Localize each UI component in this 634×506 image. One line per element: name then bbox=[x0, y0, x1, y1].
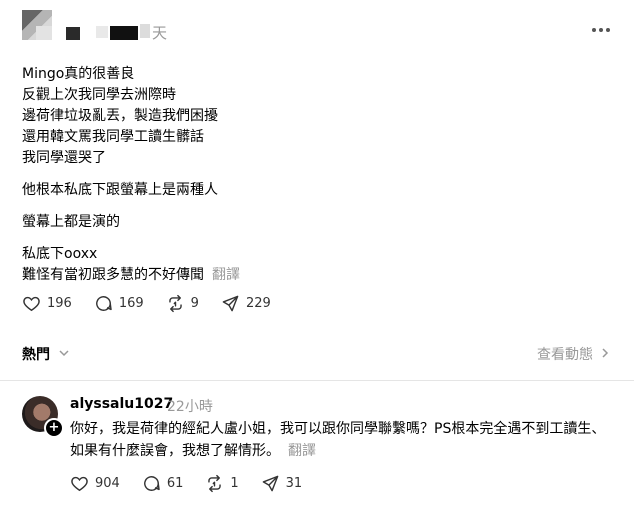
translate-link[interactable]: 翻譯 bbox=[212, 267, 240, 283]
post-action-bar: 196 169 9 229 bbox=[22, 293, 293, 313]
heart-icon bbox=[71, 476, 88, 491]
reply-text: 你好，我是荷律的經紀人盧小姐，我可以跟你同學聯繫嗎？PS根本完全遇不到工讀生、如… bbox=[70, 418, 615, 462]
like-count: 196 bbox=[47, 295, 72, 311]
post-line: 他根本私底下跟螢幕上是兩種人 bbox=[22, 182, 218, 198]
author-name-redacted bbox=[140, 24, 150, 38]
reply-username[interactable]: alyssalu1027 bbox=[70, 396, 173, 412]
comment-count: 61 bbox=[166, 475, 184, 491]
like-button[interactable]: 196 bbox=[22, 294, 72, 313]
share-count: 229 bbox=[245, 295, 271, 311]
comment-icon bbox=[95, 295, 112, 311]
repost-icon bbox=[168, 294, 182, 312]
repost-count: 9 bbox=[190, 295, 199, 311]
divider bbox=[0, 380, 634, 381]
author-avatar[interactable] bbox=[22, 10, 52, 40]
share-count: 31 bbox=[285, 475, 303, 491]
sort-dropdown[interactable]: 熱門 bbox=[22, 344, 50, 364]
share-icon bbox=[262, 475, 278, 491]
post-line: 螢幕上都是演的 bbox=[22, 214, 120, 230]
translate-link[interactable]: 翻譯 bbox=[288, 443, 316, 459]
author-name-redacted bbox=[66, 27, 80, 40]
reply-timestamp: 22小時 bbox=[167, 399, 213, 415]
heart-icon bbox=[23, 296, 40, 311]
chevron-right-icon[interactable] bbox=[600, 347, 610, 359]
author-name-redacted bbox=[96, 26, 108, 38]
comment-icon bbox=[143, 475, 160, 491]
post-header: 天 bbox=[0, 0, 634, 60]
reply-action-bar: 904 61 1 31 bbox=[70, 473, 324, 493]
repost-button[interactable]: 1 bbox=[205, 474, 239, 493]
comment-button[interactable]: 61 bbox=[142, 474, 184, 493]
share-icon bbox=[222, 295, 239, 311]
more-icon[interactable] bbox=[592, 22, 612, 38]
post-line-text: 難怪有當初跟多慧的不好傳聞 bbox=[22, 267, 204, 283]
post-text: Mingo真的很善良 反觀上次我同學去洲際時 邊荷律垃圾亂丟，製造我們困擾 還用… bbox=[22, 64, 612, 286]
post-line: 反觀上次我同學去洲際時 bbox=[22, 87, 176, 103]
post-line: 還用韓文罵我同學工讀生髒話 bbox=[22, 129, 204, 145]
repost-icon bbox=[208, 474, 222, 492]
post-line: Mingo真的很善良 bbox=[22, 66, 135, 82]
like-button[interactable]: 904 bbox=[70, 474, 120, 493]
share-button[interactable]: 31 bbox=[261, 474, 303, 493]
comment-count: 169 bbox=[118, 295, 144, 311]
share-button[interactable]: 229 bbox=[221, 294, 271, 313]
repost-count: 1 bbox=[230, 475, 239, 491]
reply-text-content: 你好，我是荷律的經紀人盧小姐，我可以跟你同學聯繫嗎？PS根本完全遇不到工讀生、如… bbox=[70, 421, 606, 459]
like-count: 904 bbox=[95, 475, 120, 491]
author-name-redacted bbox=[110, 26, 138, 40]
view-activity-link[interactable]: 查看動態 bbox=[537, 344, 593, 364]
post-line: 私底下ooxx bbox=[22, 246, 98, 262]
repost-button[interactable]: 9 bbox=[166, 294, 199, 313]
chevron-down-icon[interactable] bbox=[58, 347, 70, 359]
replies-section-bar: 熱門 查看動態 bbox=[0, 338, 634, 370]
post-line: 邊荷律垃圾亂丟，製造我們困擾 bbox=[22, 108, 218, 124]
post-line: 難怪有當初跟多慧的不好傳聞 翻譯 bbox=[22, 265, 612, 286]
comment-button[interactable]: 169 bbox=[94, 294, 144, 313]
post-line: 我同學還哭了 bbox=[22, 150, 106, 166]
plus-icon[interactable]: + bbox=[44, 418, 64, 438]
post-timestamp: 天 bbox=[152, 24, 168, 42]
